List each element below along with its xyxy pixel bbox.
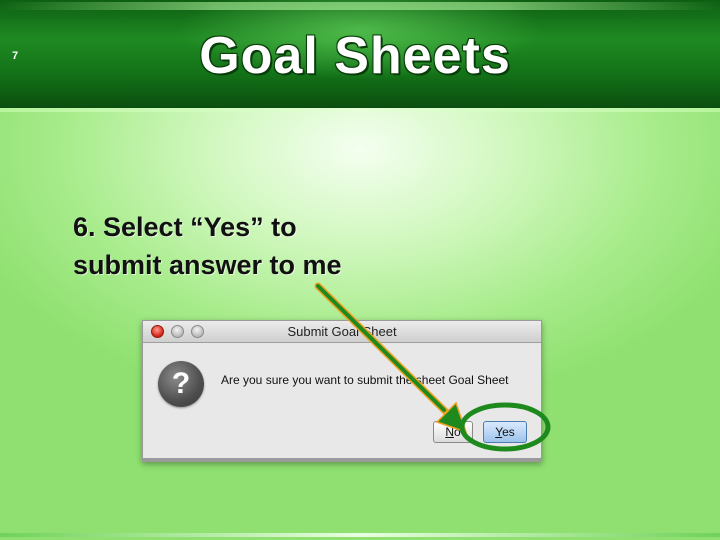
dialog-message: Are you sure you want to submit the shee… [221, 373, 509, 387]
slide-title: Goal Sheets [199, 27, 511, 85]
instruction-line-1: 6. Select “Yes” to [73, 212, 297, 242]
instruction-line-2: submit answer to me [73, 250, 342, 280]
no-button-mnemonic: N [445, 425, 454, 439]
slide: 7 Goal Sheets 6. Select “Yes” to submit … [0, 0, 720, 540]
question-icon: ? [158, 361, 204, 407]
yes-button[interactable]: Yes [483, 421, 527, 443]
dialog-title: Submit Goal Sheet [287, 324, 397, 339]
no-button-label: o [453, 425, 461, 439]
slide-header: 7 Goal Sheets [0, 0, 720, 112]
submit-dialog: Submit Goal Sheet ? Are you sure you wan… [142, 320, 542, 462]
instruction-text: 6. Select “Yes” to submit answer to me [73, 208, 493, 284]
dialog-titlebar[interactable]: Submit Goal Sheet [143, 321, 541, 343]
yes-button-label: es [502, 425, 515, 439]
dialog-bottom-edge [143, 458, 541, 461]
no-button[interactable]: No [433, 421, 473, 443]
footer-accent-line [0, 533, 720, 537]
